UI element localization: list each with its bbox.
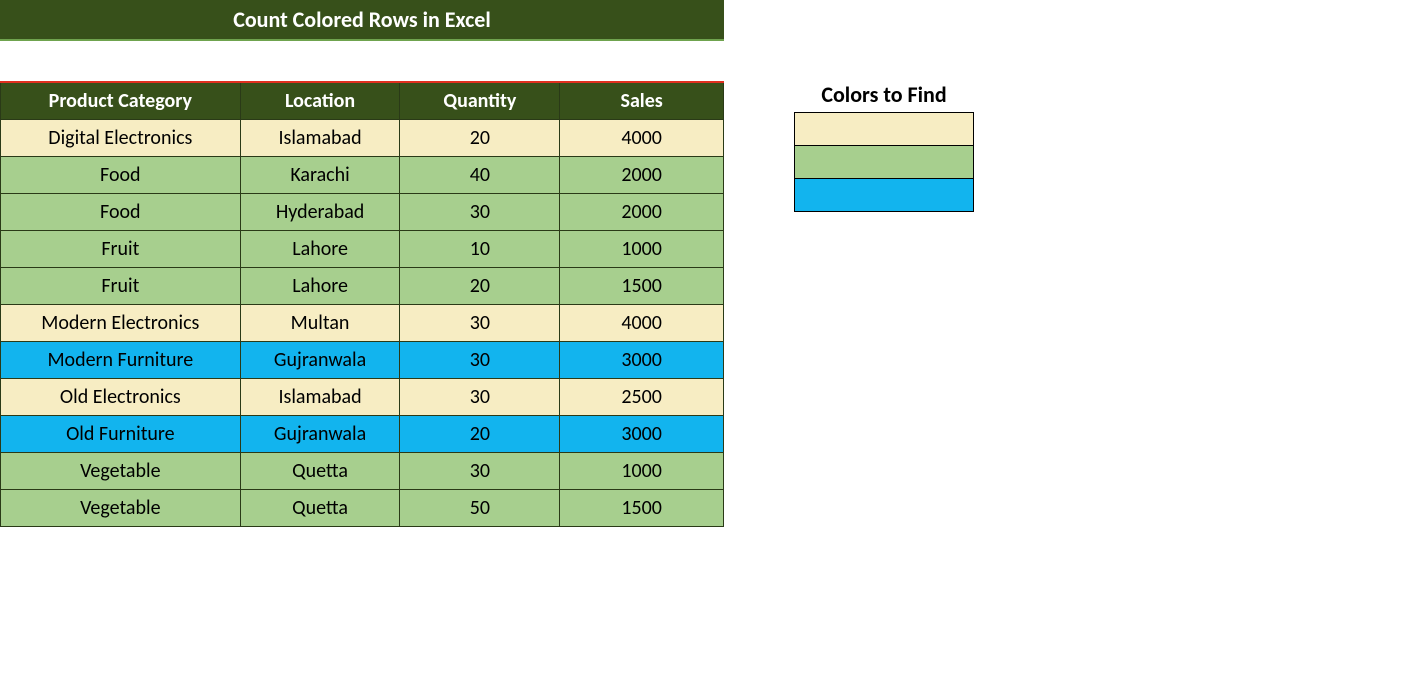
table-cell: Food [1, 157, 241, 194]
title-banner: Count Colored Rows in Excel [0, 0, 724, 41]
table-cell: Modern Electronics [1, 305, 241, 342]
table-cell: Fruit [1, 268, 241, 305]
table-cell: 2000 [560, 157, 724, 194]
color-swatch [795, 146, 974, 179]
table-cell: 30 [400, 453, 560, 490]
table-row: Modern FurnitureGujranwala303000 [1, 342, 724, 379]
table-cell: Lahore [240, 231, 400, 268]
table-cell: Old Electronics [1, 379, 241, 416]
table-cell: 30 [400, 342, 560, 379]
table-cell: 2500 [560, 379, 724, 416]
table-cell: 40 [400, 157, 560, 194]
table-row: Old FurnitureGujranwala203000 [1, 416, 724, 453]
table-cell: 30 [400, 305, 560, 342]
table-cell: 50 [400, 490, 560, 527]
table-cell: 4000 [560, 305, 724, 342]
title-text: Count Colored Rows in Excel [233, 6, 491, 33]
header-location: Location [240, 82, 400, 120]
content-wrapper: Product Category Location Quantity Sales… [0, 81, 1408, 527]
table-row: FoodKarachi402000 [1, 157, 724, 194]
table-cell: 1500 [560, 490, 724, 527]
table-cell: 30 [400, 194, 560, 231]
table-cell: 1000 [560, 231, 724, 268]
header-sales: Sales [560, 82, 724, 120]
table-cell: 3000 [560, 416, 724, 453]
table-cell: 4000 [560, 120, 724, 157]
table-cell: Vegetable [1, 453, 241, 490]
table-cell: 1500 [560, 268, 724, 305]
table-cell: Digital Electronics [1, 120, 241, 157]
table-cell: Fruit [1, 231, 241, 268]
table-cell: 2000 [560, 194, 724, 231]
table-row: Digital ElectronicsIslamabad204000 [1, 120, 724, 157]
table-cell: Karachi [240, 157, 400, 194]
table-row: FruitLahore201500 [1, 268, 724, 305]
swatch-table [794, 112, 974, 212]
table-body: Digital ElectronicsIslamabad204000FoodKa… [1, 120, 724, 527]
table-row: VegetableQuetta301000 [1, 453, 724, 490]
table-cell: 20 [400, 120, 560, 157]
data-table: Product Category Location Quantity Sales… [0, 81, 724, 527]
table-row: FoodHyderabad302000 [1, 194, 724, 231]
colors-to-find-title: Colors to Find [794, 81, 974, 108]
table-cell: Quetta [240, 490, 400, 527]
table-cell: 1000 [560, 453, 724, 490]
table-row: Modern ElectronicsMultan304000 [1, 305, 724, 342]
color-swatch [795, 179, 974, 212]
table-cell: Hyderabad [240, 194, 400, 231]
table-row: Old ElectronicsIslamabad302500 [1, 379, 724, 416]
table-cell: 20 [400, 268, 560, 305]
header-row: Product Category Location Quantity Sales [1, 82, 724, 120]
table-cell: Gujranwala [240, 342, 400, 379]
table-cell: 30 [400, 379, 560, 416]
table-cell: 20 [400, 416, 560, 453]
table-cell: 3000 [560, 342, 724, 379]
table-cell: Old Furniture [1, 416, 241, 453]
colors-to-find-panel: Colors to Find [794, 81, 974, 212]
header-quantity: Quantity [400, 82, 560, 120]
table-cell: 10 [400, 231, 560, 268]
table-cell: Lahore [240, 268, 400, 305]
table-cell: Modern Furniture [1, 342, 241, 379]
table-cell: Islamabad [240, 120, 400, 157]
table-cell: Multan [240, 305, 400, 342]
table-cell: Islamabad [240, 379, 400, 416]
header-product-category: Product Category [1, 82, 241, 120]
table-cell: Quetta [240, 453, 400, 490]
table-cell: Vegetable [1, 490, 241, 527]
table-row: FruitLahore101000 [1, 231, 724, 268]
table-cell: Food [1, 194, 241, 231]
table-row: VegetableQuetta501500 [1, 490, 724, 527]
color-swatch [795, 113, 974, 146]
table-cell: Gujranwala [240, 416, 400, 453]
